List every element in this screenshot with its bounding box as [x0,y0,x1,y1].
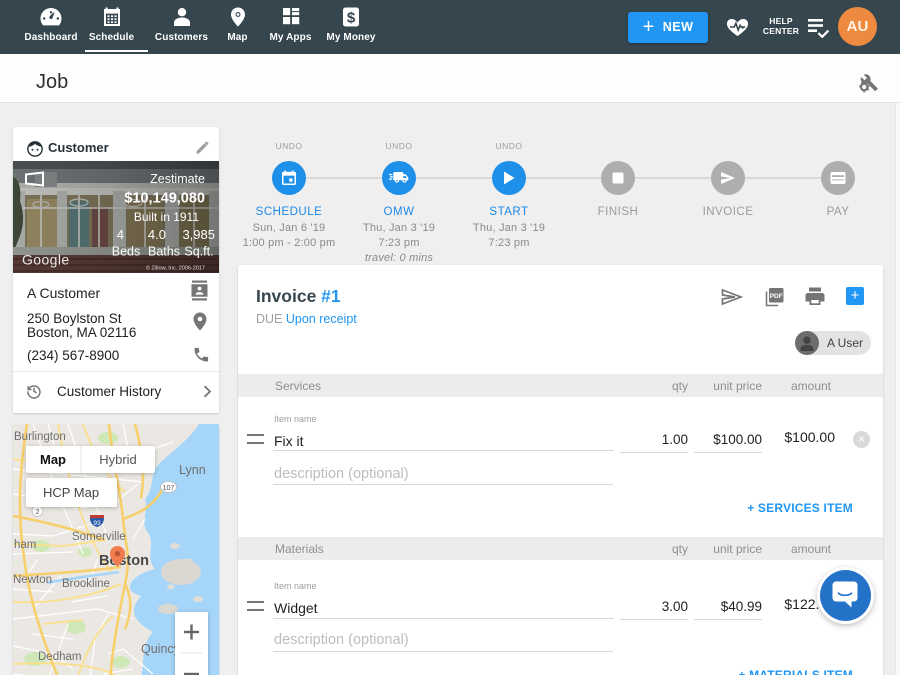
svg-text:PDF: PDF [770,293,783,300]
svg-text:Quincy: Quincy [141,642,181,656]
svg-text:$: $ [347,10,356,27]
svg-text:3,985: 3,985 [182,227,215,242]
svg-text:Baths: Baths [148,245,180,259]
svg-text:4: 4 [117,227,124,242]
svg-text:107: 107 [163,485,175,492]
svg-text:Beds: Beds [112,245,141,259]
svg-text:2: 2 [36,509,40,516]
svg-text:Newton: Newton [13,574,52,586]
svg-text:© Zillow, Inc. 2006-2017: © Zillow, Inc. 2006-2017 [146,265,205,272]
svg-text:Somerville: Somerville [72,531,126,543]
svg-text:Built in 1911: Built in 1911 [134,210,199,224]
svg-text:ham: ham [14,539,36,551]
svg-text:Map: Map [40,452,66,467]
svg-text:93: 93 [93,520,101,527]
svg-text:Google: Google [22,252,70,268]
svg-text:Dedham: Dedham [38,651,81,663]
svg-text:$10,149,080: $10,149,080 [124,191,205,207]
svg-text:Zestimate: Zestimate [150,172,205,186]
svg-text:HCP Map: HCP Map [43,485,99,500]
svg-text:Hybrid: Hybrid [99,452,137,467]
svg-text:Brookline: Brookline [62,578,110,590]
svg-text:Sq.ft.: Sq.ft. [184,245,213,259]
svg-text:Burlington: Burlington [14,431,66,443]
svg-text:4.0: 4.0 [148,227,166,242]
svg-text:Lynn: Lynn [179,463,206,477]
